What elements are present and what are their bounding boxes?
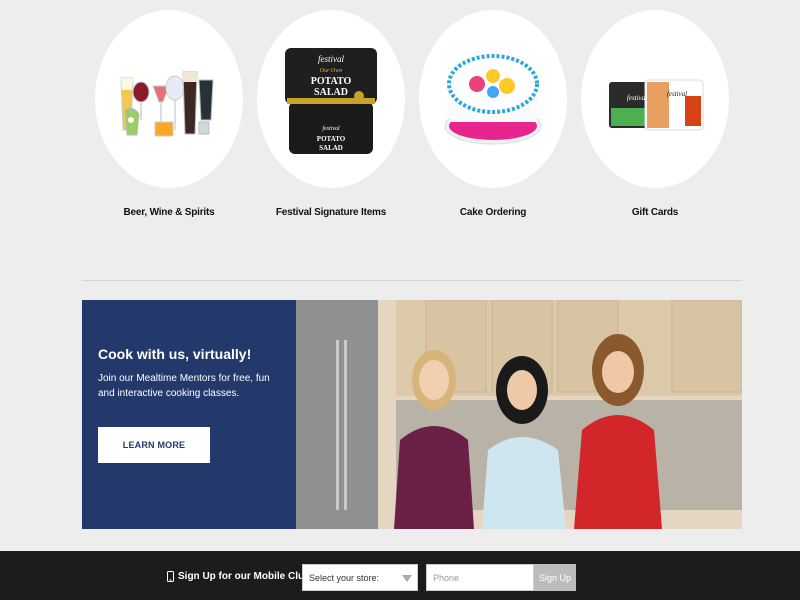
cake-image xyxy=(444,54,542,145)
mobile-phone-icon xyxy=(167,571,174,582)
gift-card-logo: festival xyxy=(627,94,647,102)
category-label[interactable]: Beer, Wine & Spirits xyxy=(94,207,244,218)
learn-more-button[interactable]: LEARN MORE xyxy=(98,427,210,463)
product-name-line1: POTATO xyxy=(311,76,352,87)
signup-label-text: Sign Up for our Mobile Club xyxy=(178,571,311,582)
mobile-club-footer: Sign Up for our Mobile Club Select your … xyxy=(0,551,800,600)
signup-label: Sign Up for our Mobile Club xyxy=(167,571,310,582)
store-select[interactable]: Select your store: xyxy=(302,564,418,591)
category-label[interactable]: Festival Signature Items xyxy=(256,207,406,218)
chevron-down-icon xyxy=(402,575,412,582)
brand-logo-text: festival xyxy=(318,54,344,64)
product-name-line2: SALAD xyxy=(314,87,348,98)
glasses-image xyxy=(120,71,214,137)
brand-logo-text: festival xyxy=(322,125,340,132)
category-beer-wine-spirits[interactable]: Beer, Wine & Spirits xyxy=(94,10,244,218)
potato-salad-image: festival Our Own POTATO SALAD festival P… xyxy=(285,48,377,154)
section-divider xyxy=(82,280,742,281)
product-name-line2: SALAD xyxy=(319,144,343,152)
gift-cards-image: festival festival xyxy=(609,79,704,131)
category-circle[interactable] xyxy=(95,10,243,188)
category-cake-ordering[interactable]: Cake Ordering xyxy=(418,10,568,218)
promo-panel: Cook with us, virtually! Join our Mealti… xyxy=(82,300,296,529)
category-label[interactable]: Cake Ordering xyxy=(418,207,568,218)
cooking-class-promo: Cook with us, virtually! Join our Mealti… xyxy=(82,300,742,529)
promo-text: Join our Mealtime Mentors for free, fun … xyxy=(98,373,270,399)
category-circle[interactable] xyxy=(419,10,567,188)
promo-title: Cook with us, virtually! xyxy=(98,346,252,362)
mealtime-mentors-photo xyxy=(296,300,742,529)
signup-button[interactable]: Sign Up xyxy=(534,564,576,591)
category-circle[interactable]: festival Our Own POTATO SALAD festival P… xyxy=(257,10,405,188)
product-name-line1: POTATO xyxy=(317,135,346,143)
category-festival-signature-items[interactable]: festival Our Own POTATO SALAD festival P… xyxy=(256,10,406,218)
store-select-value: Select your store: xyxy=(309,573,380,583)
category-circle[interactable]: festival festival xyxy=(581,10,729,188)
flavor-text: Our Own xyxy=(320,68,343,74)
category-gift-cards[interactable]: festival festival Gift Cards xyxy=(580,10,730,218)
phone-input[interactable] xyxy=(426,564,534,591)
category-label[interactable]: Gift Cards xyxy=(580,207,730,218)
gift-card-logo: festival xyxy=(667,90,687,98)
category-row: Beer, Wine & Spirits festival Our Own PO… xyxy=(0,10,800,230)
